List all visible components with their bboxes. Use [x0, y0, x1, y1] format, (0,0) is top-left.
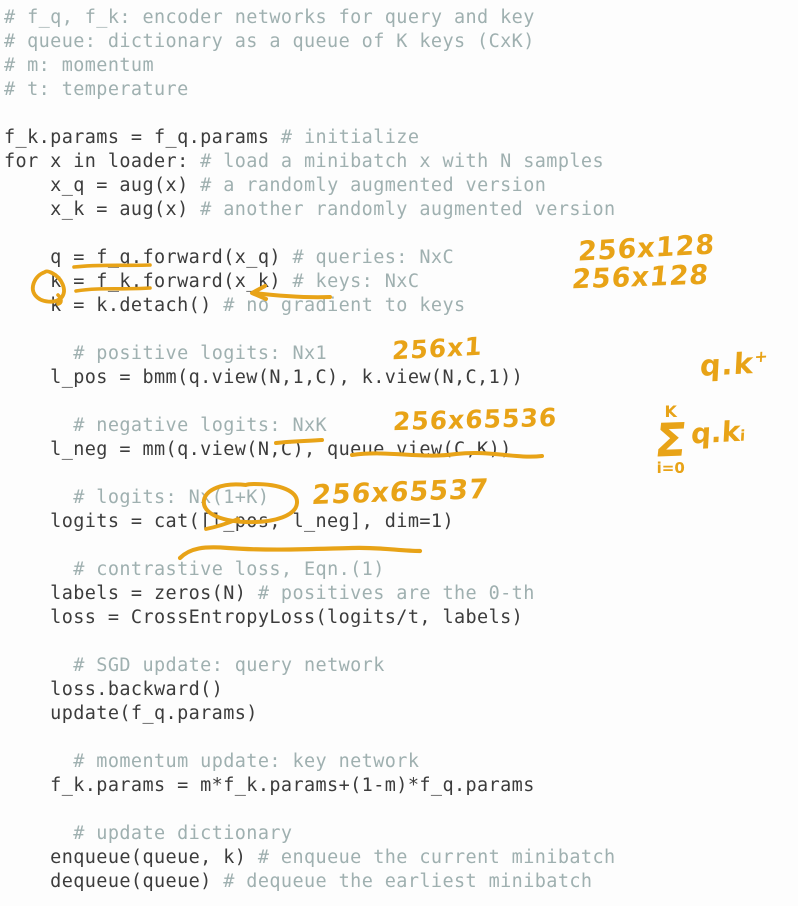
code-line: enqueue(queue, k) # enqueue the current … — [0, 846, 798, 870]
code-comment: # logits: Nx(1+K) — [73, 487, 270, 508]
code-comment: # t: temperature — [4, 79, 189, 100]
code-text: k = k.detach() — [4, 295, 224, 316]
annotation-pos-logits-shape: 256x1 — [391, 331, 484, 366]
code-comment: # f_q, f_k: encoder networks for query a… — [4, 7, 535, 28]
code-comment: # another randomly augmented version — [200, 199, 616, 220]
code-line: for x in loader: # load a minibatch x wi… — [0, 150, 798, 174]
code-comment: # momentum update: key network — [73, 751, 420, 772]
code-line: # t: temperature — [0, 78, 798, 102]
code-comment: # load a minibatch x with N samples — [200, 151, 604, 172]
code-comment: # initialize — [280, 127, 420, 148]
code-line: k = k.detach() # no gradient to keys — [0, 294, 798, 318]
code-line: # contrastive loss, Eqn.(1) — [0, 558, 798, 582]
code-line: x_q = aug(x) # a randomly augmented vers… — [0, 174, 798, 198]
code-line: x_k = aug(x) # another randomly augmente… — [0, 198, 798, 222]
annotation-dot-positive-superscript: + — [753, 346, 770, 367]
code-text: l_neg = mm(q.view(N,C), queue.view(C,K)) — [4, 439, 512, 460]
code-text: loss = CrossEntropyLoss(logits/t, labels… — [4, 607, 524, 628]
code-text: for x in loader: — [4, 151, 201, 172]
code-comment: # update dictionary — [73, 823, 293, 844]
code-line: # momentum update: key network — [0, 750, 798, 774]
code-line: l_pos = bmm(q.view(N,1,C), k.view(N,C,1)… — [0, 366, 798, 390]
code-line: loss = CrossEntropyLoss(logits/t, labels… — [0, 606, 798, 630]
code-line: dequeue(queue) # dequeue the earliest mi… — [0, 870, 798, 894]
code-text: update(f_q.params) — [4, 703, 258, 724]
annotation-summation-expression: K Σ i=0 q.ki — [652, 404, 747, 476]
annotation-positive-dot-product: q.k+ — [699, 345, 769, 383]
code-line: labels = zeros(N) # positives are the 0-… — [0, 582, 798, 606]
code-line: loss.backward() — [0, 678, 798, 702]
code-comment: # dequeue the earliest minibatch — [223, 871, 593, 892]
code-line: update(f_q.params) — [0, 702, 798, 726]
annotation-logits-shape: 256x65537 — [310, 473, 491, 512]
annotation-sum-term-subscript: i — [740, 426, 747, 446]
code-line: # SGD update: query network — [0, 654, 798, 678]
code-line: # m: momentum — [0, 54, 798, 78]
code-text: f_k.params = f_q.params — [4, 127, 281, 148]
annotation-sum-term-text: q.k — [690, 414, 742, 451]
code-comment: # keys: NxC — [292, 271, 420, 292]
code-text: logits = cat([l_pos, l_neg], dim=1) — [4, 511, 454, 532]
code-comment: # queue: dictionary as a queue of K keys… — [4, 31, 535, 52]
annotation-dot-positive-text: q.k — [699, 345, 755, 383]
code-comment: # positive logits: Nx1 — [73, 343, 328, 364]
code-line: f_k.params = m*f_k.params+(1-m)*f_q.para… — [0, 774, 798, 798]
code-comment: # negative logits: NxK — [73, 415, 328, 436]
code-line: # f_q, f_k: encoder networks for query a… — [0, 6, 798, 30]
code-text: l_pos = bmm(q.view(N,1,C), k.view(N,C,1)… — [4, 367, 524, 388]
code-text: x_q = aug(x) — [4, 175, 201, 196]
code-text: labels = zeros(N) — [4, 583, 258, 604]
code-comment: # SGD update: query network — [73, 655, 385, 676]
slide-canvas: # f_q, f_k: encoder networks for query a… — [0, 0, 798, 906]
code-line: # queue: dictionary as a queue of K keys… — [0, 30, 798, 54]
code-comment: # no gradient to keys — [223, 295, 466, 316]
code-comment: # positives are the 0-th — [257, 583, 535, 604]
code-comment: # queries: NxC — [292, 247, 454, 268]
code-line: f_k.params = f_q.params # initialize — [0, 126, 798, 150]
code-line: logits = cat([l_pos, l_neg], dim=1) — [0, 510, 798, 534]
code-comment: # contrastive loss, Eqn.(1) — [73, 559, 385, 580]
code-text: f_k.params = m*f_k.params+(1-m)*f_q.para… — [4, 775, 535, 796]
code-line: # update dictionary — [0, 822, 798, 846]
code-text: k = f_k.forward(x_k) — [4, 271, 293, 292]
annotation-neg-logits-shape: 256x65536 — [392, 402, 559, 437]
code-comment: # a randomly augmented version — [200, 175, 547, 196]
annotation-sigma-icon: Σ — [652, 412, 690, 468]
annotation-k-shape: 256x128 — [570, 259, 711, 296]
code-text: loss.backward() — [4, 679, 224, 700]
code-text: dequeue(queue) — [4, 871, 224, 892]
code-text: q = f_q.forward(x_q) — [4, 247, 293, 268]
code-text: x_k = aug(x) — [4, 199, 201, 220]
code-text: enqueue(queue, k) — [4, 847, 258, 868]
code-comment: # enqueue the current minibatch — [257, 847, 616, 868]
code-comment: # m: momentum — [4, 55, 154, 76]
